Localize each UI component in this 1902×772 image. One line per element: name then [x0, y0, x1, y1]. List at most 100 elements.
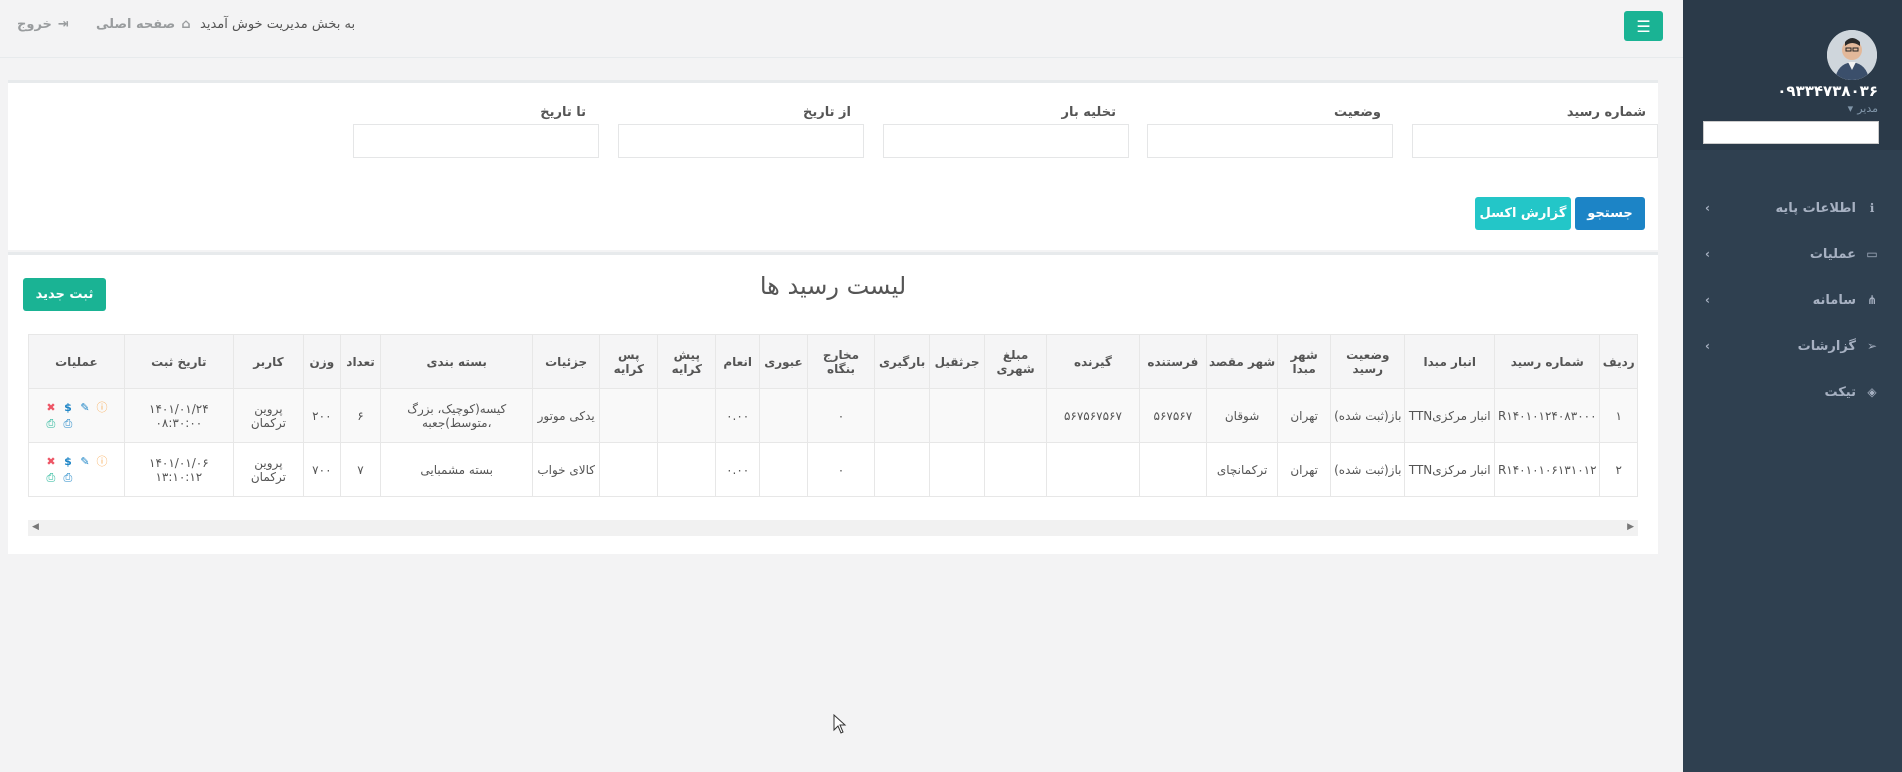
col-header: عملیات	[28, 334, 125, 389]
col-header: وزن	[303, 334, 341, 389]
sitemap-icon: ⋔	[1866, 293, 1878, 307]
add-new-button[interactable]: ثبت جدید	[23, 278, 106, 311]
scroll-left-icon[interactable]: ◀	[32, 522, 39, 532]
receipts-list-panel: لیست رسید ها ثبت جدید ردیف شماره رسید ان…	[8, 252, 1658, 554]
receipts-table: ردیف شماره رسید انبار مبدا وضعیت رسید شه…	[28, 334, 1638, 497]
cell-user: پروین ترکمان	[232, 388, 305, 443]
sidebar-item-label: گزارشات	[1797, 338, 1856, 354]
cell-receiver	[1046, 442, 1140, 497]
from-date-label: از تاریخ	[803, 105, 851, 120]
cell-origin: تهران	[1277, 388, 1332, 443]
col-header: تعداد	[339, 334, 382, 389]
delete-icon[interactable]: ✖	[43, 455, 58, 469]
sidebar-item-ticket[interactable]: تیکت ◈	[1683, 369, 1902, 415]
avatar[interactable]	[1827, 30, 1877, 80]
role-label: مدیر	[1857, 102, 1878, 115]
sidebar-item-operations[interactable]: ‹ عملیات ▭	[1683, 231, 1902, 277]
logout-link-label: خروج	[17, 17, 52, 32]
print-green-icon[interactable]: ⎙	[43, 417, 58, 431]
from-date-input[interactable]	[618, 124, 864, 158]
print-green-icon[interactable]: ⎙	[43, 471, 58, 485]
edit-icon[interactable]: ✎	[77, 401, 92, 415]
col-header: شهر مبدا	[1277, 334, 1332, 389]
info-icon[interactable]: ⓘ	[94, 455, 109, 469]
unload-input[interactable]	[883, 124, 1129, 158]
sign-out-icon: ⇥	[57, 17, 69, 32]
table-row: ۱ R۱۴۰۱۰۱۲۴۰۸۳۰۰۰ انبار مرکزیTTN باز(ثبت…	[28, 388, 1638, 443]
scroll-right-icon[interactable]: ▶	[1627, 522, 1634, 532]
col-header: جزئیات	[532, 334, 601, 389]
cell-status: باز(ثبت شده)	[1330, 442, 1406, 497]
welcome-text: به بخش مدیریت خوش آمدید	[200, 17, 356, 32]
cell-receipt-no: R۱۴۰۱۰۱۰۶۱۳۱۰۱۲	[1494, 442, 1601, 497]
edit-icon[interactable]: ✎	[77, 455, 92, 469]
cell-loading	[874, 442, 931, 497]
mouse-cursor-icon	[833, 713, 847, 738]
cell-destination: ترکمانچای	[1205, 442, 1279, 497]
cell-weight: ۷۰۰	[303, 442, 341, 497]
col-header: پس کرایه	[599, 334, 659, 389]
info-icon[interactable]: ⓘ	[94, 401, 109, 415]
paper-plane-icon: ➢	[1866, 339, 1878, 353]
col-header: جرثقیل	[929, 334, 986, 389]
print-icon[interactable]: ⎙	[60, 417, 75, 431]
sidebar-search-input[interactable]	[1703, 121, 1879, 144]
col-header: وضعیت رسید	[1330, 334, 1406, 389]
bars-icon: ☰	[1636, 16, 1651, 36]
logout-link[interactable]: خروج ⇥	[17, 17, 69, 32]
user-role[interactable]: ▾ مدیر	[1848, 102, 1878, 115]
sidebar: ۰۹۳۳۴۷۳۸۰۳۶ ▾ مدیر ‹ اطلاعات پایه ℹ ‹ عم…	[1683, 0, 1902, 772]
status-input[interactable]	[1147, 124, 1393, 158]
cell-sender: ۵۶۷۵۶۷	[1138, 388, 1207, 443]
dollar-icon[interactable]: $	[60, 455, 75, 469]
col-header: فرستنده	[1138, 334, 1207, 389]
col-header: عبوری	[759, 334, 808, 389]
col-header: ردیف	[1599, 334, 1638, 389]
cell-warehouse: انبار مرکزیTTN	[1404, 388, 1496, 443]
table-header-row: ردیف شماره رسید انبار مبدا وضعیت رسید شه…	[28, 334, 1638, 389]
cell-agency-cost: ۰	[806, 388, 876, 443]
print-icon[interactable]: ⎙	[60, 471, 75, 485]
cell-packaging: کیسه(کوچیک، بزرگ ،متوسط)جعبه	[380, 388, 534, 443]
receipt-no-label: شماره رسید	[1566, 105, 1646, 120]
filter-panel: شماره رسید وضعیت تخلیه بار از تاریخ تا ت…	[8, 80, 1658, 250]
caret-down-icon: ▾	[1847, 102, 1854, 115]
tag-icon: ◈	[1867, 385, 1877, 399]
sidebar-item-system[interactable]: ‹ سامانه ⋔	[1683, 277, 1902, 323]
sidebar-item-basic-info[interactable]: ‹ اطلاعات پایه ℹ	[1683, 185, 1902, 231]
search-button[interactable]: جستجو	[1575, 197, 1645, 230]
status-label: وضعیت	[1333, 105, 1381, 120]
unload-label: تخلیه بار	[1061, 105, 1116, 120]
menu-toggle-button[interactable]: ☰	[1624, 11, 1663, 41]
cell-details: یدکی موتور	[532, 388, 601, 443]
cell-origin: تهران	[1277, 442, 1332, 497]
cell-tip: ۰.۰۰	[715, 388, 761, 443]
cell-agency-cost: ۰	[806, 442, 876, 497]
cell-date: ۱۴۰۱/۰۱/۲۴ ۰۸:۳۰:۰۰	[123, 388, 234, 443]
sidebar-item-reports[interactable]: ‹ گزارشات ➢	[1683, 323, 1902, 369]
cell-details: کالای خواب	[532, 442, 601, 497]
sidebar-item-label: عملیات	[1809, 246, 1856, 262]
dollar-icon[interactable]: $	[60, 401, 75, 415]
cell-count: ۷	[339, 442, 382, 497]
cell-receipt-no: R۱۴۰۱۰۱۲۴۰۸۳۰۰۰	[1494, 388, 1601, 443]
sidebar-item-label: اطلاعات پایه	[1775, 200, 1856, 216]
home-link[interactable]: صفحه اصلی ⌂	[96, 17, 191, 32]
to-date-input[interactable]	[353, 124, 599, 158]
sidebar-item-label: سامانه	[1812, 292, 1856, 308]
cell-weight: ۲۰۰	[303, 388, 341, 443]
col-header: بارگیری	[874, 334, 931, 389]
col-header: مخارج بنگاه	[806, 334, 876, 389]
receipt-no-input[interactable]	[1412, 124, 1658, 158]
col-header: پیش کرایه	[657, 334, 717, 389]
cell-loading	[874, 388, 931, 443]
info-icon: ℹ	[1869, 201, 1875, 215]
col-header: بسته بندی	[380, 334, 534, 389]
delete-icon[interactable]: ✖	[43, 401, 58, 415]
cell-crane	[929, 442, 986, 497]
home-link-label: صفحه اصلی	[96, 17, 176, 32]
col-header: گیرنده	[1046, 334, 1140, 389]
cell-crane	[929, 388, 986, 443]
horizontal-scrollbar[interactable]: ◀ ▶	[28, 520, 1638, 536]
excel-report-button[interactable]: گزارش اکسل	[1475, 197, 1571, 230]
